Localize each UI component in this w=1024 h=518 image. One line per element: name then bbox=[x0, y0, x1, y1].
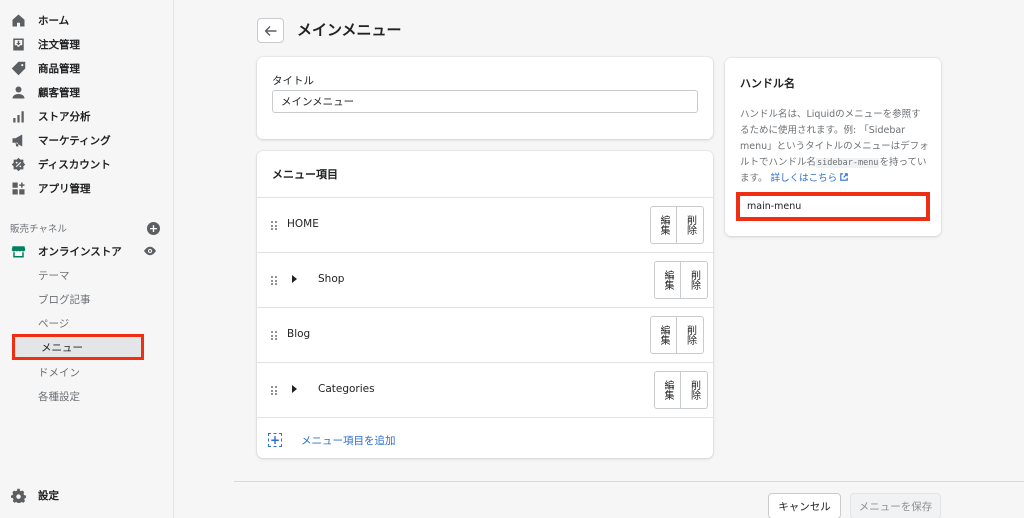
expand-caret-icon[interactable] bbox=[292, 385, 297, 393]
sidebar-item-label: ストア分析 bbox=[38, 110, 91, 123]
sidebar-item-apps[interactable]: アプリ管理 bbox=[10, 177, 91, 199]
sidebar-subitem-blog-posts[interactable]: ブログ記事 bbox=[38, 289, 91, 309]
edit-button[interactable]: 編集 bbox=[650, 316, 677, 354]
handle-title: ハンドル名 bbox=[740, 77, 795, 90]
title-card: タイトル bbox=[257, 57, 713, 139]
sidebar-subitem-domains[interactable]: ドメイン bbox=[38, 362, 80, 382]
sidebar-item-label: 商品管理 bbox=[38, 62, 80, 75]
discount-icon bbox=[10, 156, 26, 172]
gear-icon bbox=[10, 487, 26, 503]
footer-divider bbox=[234, 481, 1024, 482]
page-title: メインメニュー bbox=[297, 21, 402, 39]
learn-more-label: 詳しくはこちら bbox=[770, 173, 838, 184]
orders-icon bbox=[10, 36, 26, 52]
analytics-icon bbox=[10, 108, 26, 124]
menu-item-row: HOME 編集 削除 bbox=[257, 197, 713, 252]
menu-item-label: Blog bbox=[287, 328, 311, 340]
sales-channels-heading: 販売チャネル + bbox=[10, 220, 160, 236]
add-menu-item-row: + メニュー項目を追加 bbox=[257, 417, 713, 458]
eye-icon[interactable] bbox=[143, 244, 157, 258]
sidebar-item-online-store[interactable]: オンラインストア bbox=[10, 240, 122, 262]
edit-button[interactable]: 編集 bbox=[654, 371, 681, 409]
menu-item-row: Blog 編集 削除 bbox=[257, 307, 713, 362]
arrow-left-icon bbox=[264, 25, 276, 36]
delete-button[interactable]: 削除 bbox=[681, 261, 708, 299]
edit-label: 編集 bbox=[658, 215, 669, 235]
delete-button[interactable]: 削除 bbox=[677, 316, 704, 354]
edit-button[interactable]: 編集 bbox=[654, 261, 681, 299]
edit-label: 編集 bbox=[658, 325, 669, 345]
sidebar-subitem-pages[interactable]: ページ bbox=[38, 313, 69, 333]
title-input[interactable] bbox=[272, 90, 698, 113]
person-icon bbox=[10, 84, 26, 100]
delete-button[interactable]: 削除 bbox=[681, 371, 708, 409]
sales-channels-label: 販売チャネル bbox=[10, 224, 67, 235]
learn-more-link[interactable]: 詳しくはこちら bbox=[771, 173, 849, 184]
delete-label: 削除 bbox=[684, 215, 696, 235]
home-icon bbox=[10, 12, 26, 28]
add-item-icon[interactable]: + bbox=[268, 433, 282, 447]
megaphone-icon bbox=[10, 132, 26, 148]
cancel-button[interactable]: キャンセル bbox=[768, 493, 841, 518]
add-channel-icon[interactable]: + bbox=[147, 221, 160, 235]
menu-item-row: Shop 編集 削除 bbox=[257, 252, 713, 307]
menu-item-actions: 編集 削除 bbox=[650, 316, 704, 354]
menu-item-actions: 編集 削除 bbox=[654, 371, 708, 409]
add-menu-item-link[interactable]: メニュー項目を追加 bbox=[301, 433, 396, 448]
delete-label: 削除 bbox=[684, 325, 696, 345]
delete-label: 削除 bbox=[688, 270, 700, 290]
handle-input[interactable] bbox=[736, 192, 930, 221]
external-link-icon bbox=[840, 173, 848, 181]
sidebar-item-analytics[interactable]: ストア分析 bbox=[10, 105, 91, 127]
expand-caret-icon[interactable] bbox=[292, 275, 297, 283]
sidebar-item-label: ホーム bbox=[38, 14, 70, 27]
edit-button[interactable]: 編集 bbox=[650, 206, 677, 244]
sidebar-subitem-themes[interactable]: テーマ bbox=[38, 265, 70, 285]
menu-item-label: Categories bbox=[318, 383, 375, 395]
menu-item-label: HOME bbox=[287, 218, 319, 230]
sidebar-subitem-menus[interactable]: メニュー bbox=[12, 334, 144, 360]
sidebar-item-label: マーケティング bbox=[38, 134, 111, 147]
menu-items-title: メニュー項目 bbox=[272, 168, 338, 181]
drag-handle-icon[interactable] bbox=[271, 386, 277, 395]
sidebar-item-label: アプリ管理 bbox=[38, 182, 91, 195]
edit-label: 編集 bbox=[662, 380, 673, 400]
drag-handle-icon[interactable] bbox=[271, 221, 277, 230]
delete-label: 削除 bbox=[688, 380, 700, 400]
tag-icon bbox=[10, 60, 26, 76]
drag-handle-icon[interactable] bbox=[271, 331, 277, 340]
menu-item-actions: 編集 削除 bbox=[654, 261, 708, 299]
save-menu-button[interactable]: メニューを保存 bbox=[850, 493, 941, 518]
sidebar-item-home[interactable]: ホーム bbox=[10, 9, 69, 31]
sidebar-item-customers[interactable]: 顧客管理 bbox=[10, 81, 80, 103]
sidebar-item-products[interactable]: 商品管理 bbox=[10, 57, 80, 79]
sidebar-item-label: 設定 bbox=[38, 489, 59, 502]
sidebar-item-discounts[interactable]: ディスカウント bbox=[10, 153, 111, 175]
handle-card: ハンドル名 ハンドル名は、Liquidのメニューを参照するために使用されます。例… bbox=[725, 58, 941, 236]
delete-button[interactable]: 削除 bbox=[677, 206, 704, 244]
menu-items-card: メニュー項目 HOME 編集 削除 Shop 編集 削除 Blog 編集 削除 … bbox=[257, 151, 713, 458]
drag-handle-icon[interactable] bbox=[271, 276, 277, 285]
title-label: タイトル bbox=[272, 75, 314, 87]
edit-label: 編集 bbox=[662, 270, 673, 290]
handle-example-code: sidebar-menu bbox=[816, 158, 880, 168]
sidebar-item-marketing[interactable]: マーケティング bbox=[10, 129, 111, 151]
menu-item-label: Shop bbox=[318, 273, 345, 285]
sidebar-item-label: オンラインストア bbox=[38, 245, 122, 258]
store-icon bbox=[10, 243, 26, 259]
sidebar: ホーム 注文管理 商品管理 顧客管理 ストア分析 マーケティング ディスカウント… bbox=[0, 0, 174, 518]
sidebar-item-orders[interactable]: 注文管理 bbox=[10, 33, 80, 55]
apps-icon bbox=[10, 180, 26, 196]
back-button[interactable] bbox=[257, 18, 284, 43]
handle-description: ハンドル名は、Liquidのメニューを参照するために使用されます。例: 「Sid… bbox=[740, 107, 930, 187]
sidebar-subitem-preferences[interactable]: 各種設定 bbox=[38, 386, 80, 406]
sidebar-item-label: 注文管理 bbox=[38, 38, 80, 51]
menu-item-actions: 編集 削除 bbox=[650, 206, 704, 244]
sidebar-item-settings[interactable]: 設定 bbox=[10, 484, 59, 506]
menu-item-row: Categories 編集 削除 bbox=[257, 362, 713, 417]
sidebar-item-label: 顧客管理 bbox=[38, 86, 80, 99]
sidebar-item-label: ディスカウント bbox=[38, 158, 111, 171]
